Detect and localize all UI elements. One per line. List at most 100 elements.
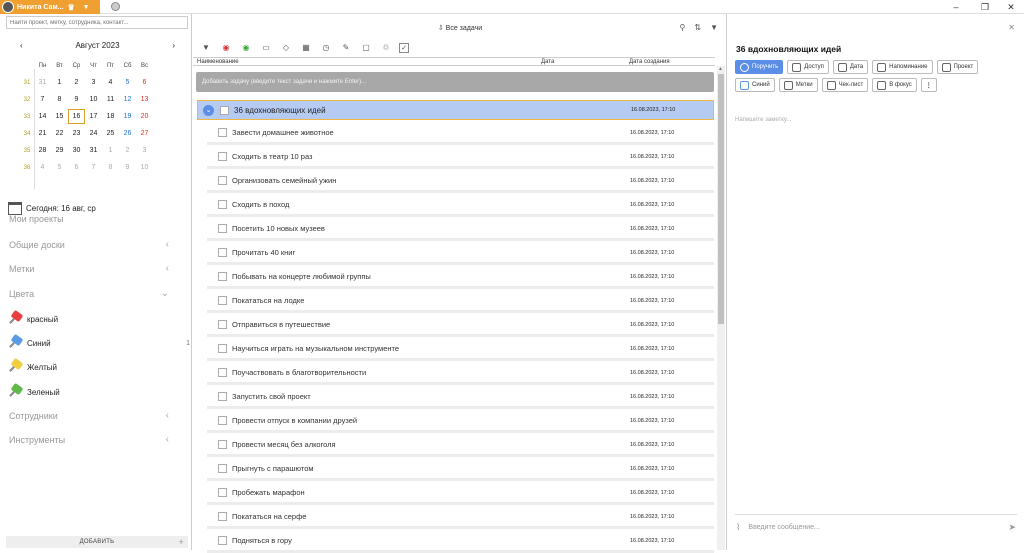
message-input[interactable]: Введите сообщение... <box>748 524 819 531</box>
task-row[interactable]: Организовать семейный ужин 16.08.2023, 17… <box>207 171 714 193</box>
sort-icon[interactable]: ⇅ <box>694 23 701 32</box>
task-checkbox[interactable] <box>218 368 227 377</box>
reminder-button[interactable]: Напоминание <box>872 60 933 74</box>
clock-icon[interactable]: ◷ <box>319 42 333 53</box>
scrollbar[interactable]: ▲ <box>717 66 725 550</box>
task-checkbox[interactable] <box>218 392 227 401</box>
send-icon[interactable]: ➤ <box>1008 522 1016 533</box>
close-window-button[interactable]: ✕ <box>998 0 1024 14</box>
access-button[interactable]: Доступ <box>787 60 829 74</box>
show-completed-checkbox[interactable]: ✓ <box>399 42 409 53</box>
calendar-day[interactable]: 2 <box>68 79 85 86</box>
pin-filter-icon[interactable]: ✎ <box>339 42 353 53</box>
task-row[interactable]: Завести домашнее животное 16.08.2023, 17:… <box>207 123 714 145</box>
calendar-day[interactable]: 8 <box>102 164 119 171</box>
task-checkbox[interactable] <box>218 488 227 497</box>
calendar-day[interactable]: 24 <box>85 130 102 137</box>
nav-tags[interactable]: Метки ‹ <box>9 263 169 274</box>
calendar-day[interactable]: 5 <box>119 79 136 86</box>
checklist-button[interactable]: Чек-лист <box>821 78 869 92</box>
calendar-day[interactable]: 31 <box>34 79 51 86</box>
calendar-filter-icon[interactable]: ▦ <box>299 42 313 53</box>
task-checkbox[interactable] <box>218 152 227 161</box>
calendar-day[interactable]: 9 <box>68 96 85 103</box>
color-item-yellow[interactable]: Желтый <box>8 357 190 374</box>
next-month-icon[interactable]: › <box>172 41 175 50</box>
search-input[interactable] <box>6 16 188 29</box>
task-checkbox[interactable] <box>218 176 227 185</box>
calendar-day[interactable]: 27 <box>136 130 153 137</box>
nav-tools[interactable]: Инструменты ‹ <box>9 434 169 445</box>
calendar-day[interactable]: 15 <box>51 113 68 120</box>
nav-colors[interactable]: Цвета ⌄ <box>9 288 169 299</box>
column-name[interactable]: Наименование <box>197 59 239 65</box>
color-item-green[interactable]: Зеленый <box>8 382 190 399</box>
status-filter-icon[interactable]: ◉ <box>239 42 253 53</box>
detail-title[interactable]: 36 вдохновляющих идей <box>736 44 841 54</box>
calendar-day[interactable]: 3 <box>85 79 102 86</box>
task-checkbox[interactable] <box>218 464 227 473</box>
assign-button[interactable]: Поручить <box>735 60 784 74</box>
tag-filter-icon[interactable]: ▢ <box>359 42 373 53</box>
globe-icon[interactable] <box>111 2 120 11</box>
calendar-day[interactable]: 11 <box>102 96 119 103</box>
add-button[interactable]: ДОБАВИТЬ + <box>6 536 188 548</box>
note-input[interactable]: Напишите заметку... <box>735 117 791 123</box>
task-checkbox[interactable] <box>218 344 227 353</box>
calendar-day[interactable]: 13 <box>136 96 153 103</box>
task-row[interactable]: Прыгнуть с парашютом 16.08.2023, 17:10 <box>207 459 714 481</box>
calendar-day[interactable]: 19 <box>119 113 136 120</box>
calendar-day[interactable]: 6 <box>136 79 153 86</box>
task-row[interactable]: Покататься на лодке 16.08.2023, 17:10 <box>207 291 714 313</box>
calendar-day[interactable]: 23 <box>68 130 85 137</box>
task-row[interactable]: Покататься на серфе 16.08.2023, 17:10 <box>207 507 714 529</box>
color-item-red[interactable]: красный <box>8 309 190 326</box>
calendar-day[interactable]: 6 <box>68 164 85 171</box>
task-checkbox[interactable] <box>218 296 227 305</box>
calendar-day[interactable]: 10 <box>85 96 102 103</box>
calendar-day[interactable]: 31 <box>85 147 102 154</box>
filter-icon[interactable]: ▼ <box>710 23 718 32</box>
color-button[interactable]: Синий <box>735 78 775 92</box>
task-row-selected[interactable]: ⌄ 36 вдохновляющих идей 16.08.2023, 17:1… <box>197 100 714 120</box>
calendar-day[interactable]: 7 <box>85 164 102 171</box>
task-row[interactable]: Поучаствовать в благотворительности 16.08… <box>207 363 714 385</box>
calendar-day[interactable]: 20 <box>136 113 153 120</box>
tags-button[interactable]: Метки <box>778 78 818 92</box>
calendar-day[interactable]: 4 <box>102 79 119 86</box>
nav-employees[interactable]: Сотрудники ‹ <box>9 410 169 421</box>
prev-month-icon[interactable]: ‹ <box>20 41 23 50</box>
column-date[interactable]: Дата <box>541 59 554 65</box>
filter-icon[interactable]: ▼ <box>199 42 213 53</box>
calendar-day[interactable]: 1 <box>102 147 119 154</box>
assignee-filter-icon[interactable]: ◉ <box>219 42 233 53</box>
task-checkbox[interactable] <box>218 128 227 137</box>
task-checkbox[interactable] <box>220 105 229 115</box>
date-button[interactable]: Дата <box>832 60 869 74</box>
color-item-blue[interactable]: Синий 1 <box>8 333 190 350</box>
calendar-day[interactable]: 17 <box>85 113 102 120</box>
task-row[interactable]: Запустить свой проект 16.08.2023, 17:10 <box>207 387 714 409</box>
maximize-button[interactable]: ❐ <box>972 0 998 14</box>
calendar-day[interactable]: 4 <box>34 164 51 171</box>
task-checkbox[interactable] <box>218 224 227 233</box>
project-button[interactable]: Проект <box>936 60 979 74</box>
more-button[interactable]: ⋮ <box>920 78 937 92</box>
search-icon[interactable]: ⚲ <box>680 23 686 32</box>
calendar-day[interactable]: 26 <box>119 130 136 137</box>
task-row[interactable]: Провести месяц без алкоголя 16.08.2023, 1… <box>207 435 714 457</box>
tag-icon[interactable]: ◇ <box>279 42 293 53</box>
calendar-day[interactable]: 7 <box>34 96 51 103</box>
calendar-day[interactable]: 29 <box>51 147 68 154</box>
task-checkbox[interactable] <box>218 416 227 425</box>
page-title[interactable]: ⇩ Все задачи <box>193 24 727 32</box>
calendar-day[interactable]: 14 <box>34 113 51 120</box>
calendar-day[interactable]: 5 <box>51 164 68 171</box>
task-row[interactable]: Научиться играть на музыкальном инструме… <box>207 339 714 361</box>
task-checkbox[interactable] <box>218 440 227 449</box>
calendar-day[interactable]: 3 <box>136 147 153 154</box>
minimize-button[interactable]: – <box>943 0 969 14</box>
task-row[interactable]: Сходить в театр 10 раз 16.08.2023, 17:10 <box>207 147 714 169</box>
nav-shared-boards[interactable]: Общие доски ‹ <box>9 239 169 250</box>
calendar-day[interactable]: 18 <box>102 113 119 120</box>
